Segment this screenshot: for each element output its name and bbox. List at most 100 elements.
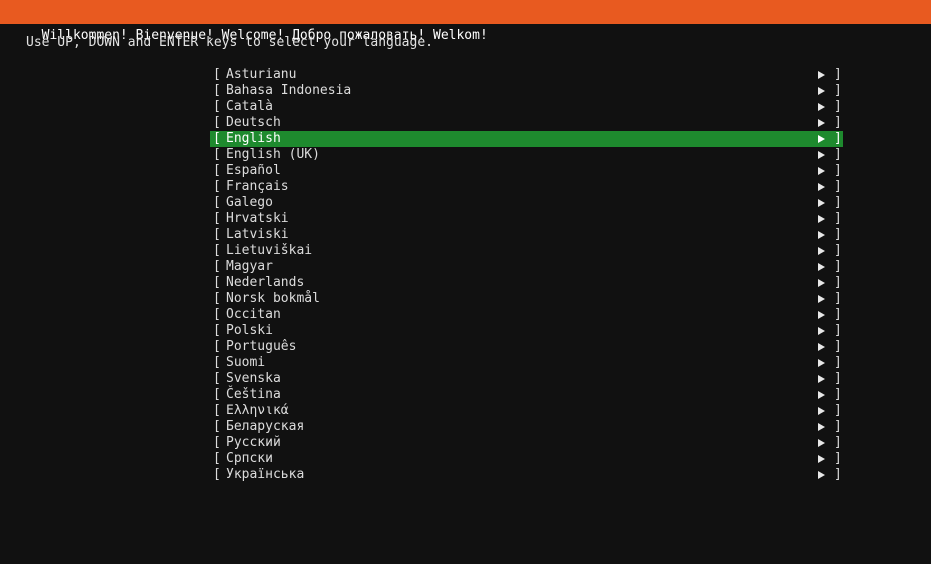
language-option[interactable]: [Français] (210, 179, 843, 195)
open-bracket: [ (213, 259, 221, 274)
language-option-label: Українська (226, 467, 305, 482)
language-option-label: Català (226, 99, 273, 114)
language-option-label: Latviski (226, 227, 289, 242)
instructions-text: Use UP, DOWN and ENTER keys to select yo… (26, 35, 433, 50)
language-option-label: Français (226, 179, 289, 194)
right-arrow-icon (818, 231, 825, 239)
right-arrow-icon (818, 423, 825, 431)
language-option[interactable]: [Norsk bokmål] (210, 291, 843, 307)
close-bracket: ] (834, 355, 842, 370)
right-arrow-icon (818, 455, 825, 463)
language-option[interactable]: [ Magyar] (210, 259, 843, 275)
close-bracket: ] (834, 243, 842, 258)
language-option-label: Polski (226, 323, 273, 338)
close-bracket: ] (834, 275, 842, 290)
close-bracket: ] (834, 467, 842, 482)
language-option[interactable]: [ Català] (210, 99, 843, 115)
language-option-label: Lietuviškai (226, 243, 313, 258)
close-bracket: ] (834, 403, 842, 418)
language-option-label: Magyar (226, 259, 273, 274)
language-option[interactable]: [ Asturianu] (210, 67, 843, 83)
language-option-label: English (UK) (226, 147, 320, 162)
language-option[interactable]: [Suomi] (210, 355, 843, 371)
language-option[interactable]: [Occitan] (210, 307, 843, 323)
right-arrow-icon (818, 439, 825, 447)
close-bracket: ] (834, 227, 842, 242)
open-bracket: [ (213, 83, 221, 98)
language-option[interactable]: [ Polski] (210, 323, 843, 339)
right-arrow-icon (818, 279, 825, 287)
close-bracket: ] (834, 451, 842, 466)
language-option[interactable]: [ Latviski] (210, 227, 843, 243)
open-bracket: [ (213, 243, 221, 258)
open-bracket: [ (213, 67, 221, 82)
open-bracket: [ (213, 371, 221, 386)
open-bracket: [ (213, 115, 221, 130)
language-option[interactable]: [Nederlands] (210, 275, 843, 291)
language-option-label: Asturianu (226, 67, 297, 82)
close-bracket: ] (834, 211, 842, 226)
language-option[interactable]: [ Galego] (210, 195, 843, 211)
close-bracket: ] (834, 115, 842, 130)
right-arrow-icon (818, 135, 825, 143)
language-option[interactable]: [Čeština] (210, 387, 843, 403)
close-bracket: ] (834, 371, 842, 386)
right-arrow-icon (818, 167, 825, 175)
open-bracket: [ (213, 467, 221, 482)
right-arrow-icon (818, 215, 825, 223)
language-option-label: Norsk bokmål (226, 291, 320, 306)
language-option[interactable]: [English] (210, 131, 843, 147)
language-option-label: English (226, 131, 281, 146)
right-arrow-icon (818, 119, 825, 127)
close-bracket: ] (834, 435, 842, 450)
close-bracket: ] (834, 307, 842, 322)
open-bracket: [ (213, 291, 221, 306)
close-bracket: ] (834, 99, 842, 114)
right-arrow-icon (818, 103, 825, 111)
open-bracket: [ (213, 147, 221, 162)
open-bracket: [ (213, 435, 221, 450)
language-option-label: Galego (226, 195, 273, 210)
open-bracket: [ (213, 211, 221, 226)
language-option-label: Bahasa Indonesia (226, 83, 352, 98)
language-option[interactable]: [Español] (210, 163, 843, 179)
right-arrow-icon (818, 343, 825, 351)
open-bracket: [ (213, 323, 221, 338)
language-option[interactable]: [Беларуская] (210, 419, 843, 435)
language-option-label: Беларуская (226, 419, 305, 434)
right-arrow-icon (818, 199, 825, 207)
close-bracket: ] (834, 147, 842, 162)
language-option-label: Ελληνικά (226, 403, 289, 418)
language-option[interactable]: [ Српски] (210, 451, 843, 467)
open-bracket: [ (213, 99, 221, 114)
language-option[interactable]: [ Українська] (210, 467, 843, 483)
close-bracket: ] (834, 323, 842, 338)
close-bracket: ] (834, 83, 842, 98)
open-bracket: [ (213, 275, 221, 290)
language-option[interactable]: [Ελληνικά] (210, 403, 843, 419)
open-bracket: [ (213, 451, 221, 466)
right-arrow-icon (818, 87, 825, 95)
close-bracket: ] (834, 339, 842, 354)
language-option[interactable]: [Deutsch] (210, 115, 843, 131)
language-option-label: Српски (226, 451, 273, 466)
close-bracket: ] (834, 419, 842, 434)
language-option[interactable]: [ Lietuviškai] (210, 243, 843, 259)
open-bracket: [ (213, 163, 221, 178)
close-bracket: ] (834, 259, 842, 274)
close-bracket: ] (834, 67, 842, 82)
open-bracket: [ (213, 195, 221, 210)
language-option-label: Русский (226, 435, 281, 450)
language-option[interactable]: [Svenska] (210, 371, 843, 387)
language-option[interactable]: [Português] (210, 339, 843, 355)
right-arrow-icon (818, 247, 825, 255)
right-arrow-icon (818, 183, 825, 191)
open-bracket: [ (213, 227, 221, 242)
installer-title-bar: Willkommen! Bienvenue! Welcome! Добро по… (0, 0, 931, 43)
language-option[interactable]: [ English (UK)] (210, 147, 843, 163)
close-bracket: ] (834, 195, 842, 210)
language-option[interactable]: [Hrvatski] (210, 211, 843, 227)
language-option[interactable]: [ Русский] (210, 435, 843, 451)
language-option[interactable]: [ Bahasa Indonesia] (210, 83, 843, 99)
right-arrow-icon (818, 151, 825, 159)
